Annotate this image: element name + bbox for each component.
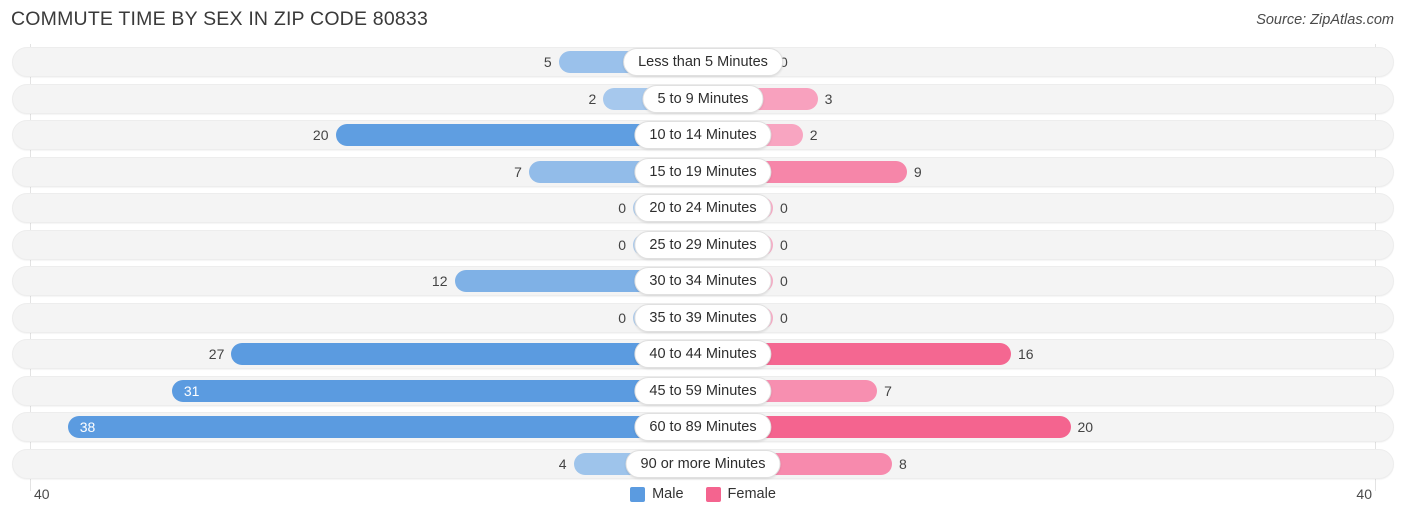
value-label-male: 12 (431, 273, 448, 289)
value-label-male: 4 (558, 455, 567, 472)
value-label-male: 0 (618, 236, 626, 253)
category-label: 15 to 19 Minutes (634, 157, 772, 186)
category-label: 20 to 24 Minutes (634, 194, 772, 222)
value-label-female: 0 (780, 273, 788, 289)
value-label-male: 5 (543, 54, 552, 70)
value-label-male: 0 (618, 309, 626, 326)
source-attribution: Source: ZipAtlas.com (1256, 12, 1394, 28)
chart-row: 7 9 15 to 19 Minutes (0, 154, 1406, 191)
diverging-bar-chart: 5 0 Less than 5 Minutes 2 3 5 to 9 Minutes 20 2… (0, 44, 1406, 491)
chart-row: 2 3 5 to 9 Minutes (0, 81, 1406, 118)
value-label-male: 38 (79, 419, 96, 435)
chart-row: 4 8 90 or more Minutes (0, 446, 1406, 483)
value-label-male: 20 (312, 127, 329, 143)
legend-swatch-male-icon (630, 486, 646, 502)
value-label-male: 31 (183, 382, 200, 399)
category-label: 30 to 34 Minutes (634, 267, 772, 295)
value-label-female: 20 (1077, 419, 1094, 435)
category-label: 60 to 89 Minutes (634, 413, 772, 441)
chart-header: COMMUTE TIME BY SEX IN ZIP CODE 80833 So… (0, 0, 1406, 38)
chart-row: 20 2 10 to 14 Minutes (0, 117, 1406, 154)
chart-rows: 5 0 Less than 5 Minutes 2 3 5 to 9 Minutes 20 2… (0, 44, 1406, 482)
legend-item-male[interactable]: Male (630, 486, 684, 502)
bar-male[interactable] (171, 379, 703, 402)
chart-row: 38 20 60 to 89 Minutes (0, 409, 1406, 446)
legend-item-female[interactable]: Female (705, 486, 776, 502)
chart-row: 12 0 30 to 34 Minutes (0, 263, 1406, 300)
category-label: 45 to 59 Minutes (634, 376, 772, 405)
chart-legend: Male Female (0, 486, 1406, 502)
chart-row: 0 0 20 to 24 Minutes (0, 190, 1406, 227)
value-label-female: 7 (884, 382, 892, 399)
value-label-male: 0 (618, 200, 626, 216)
category-label: 35 to 39 Minutes (634, 303, 772, 332)
value-label-female: 9 (913, 163, 922, 180)
value-label-female: 16 (1018, 346, 1034, 362)
value-label-male: 2 (588, 90, 597, 107)
category-label: 90 or more Minutes (625, 449, 781, 478)
category-label: Less than 5 Minutes (623, 48, 783, 76)
chart-row: 31 7 45 to 59 Minutes (0, 373, 1406, 410)
legend-label-female: Female (727, 486, 776, 502)
chart-footer: 40 40 Male Female (0, 482, 1406, 523)
legend-swatch-female-icon (705, 486, 721, 502)
chart-row: 5 0 Less than 5 Minutes (0, 44, 1406, 81)
value-label-male: 27 (208, 346, 225, 362)
bar-male[interactable] (67, 416, 703, 438)
value-label-female: 0 (780, 200, 788, 216)
value-label-female: 2 (809, 127, 818, 143)
chart-row: 0 0 25 to 29 Minutes (0, 227, 1406, 264)
category-label: 10 to 14 Minutes (634, 121, 772, 149)
legend-label-male: Male (652, 486, 684, 502)
page-title: COMMUTE TIME BY SEX IN ZIP CODE 80833 (11, 8, 429, 30)
value-label-female: 0 (780, 236, 788, 253)
value-label-female: 8 (899, 455, 907, 472)
category-label: 25 to 29 Minutes (634, 230, 772, 259)
value-label-male: 7 (514, 163, 522, 180)
category-label: 40 to 44 Minutes (634, 340, 772, 368)
value-label-female: 0 (780, 309, 788, 326)
chart-row: 0 0 35 to 39 Minutes (0, 300, 1406, 337)
bar-male[interactable] (231, 343, 703, 365)
value-label-female: 3 (824, 90, 833, 107)
chart-row: 27 16 40 to 44 Minutes (0, 336, 1406, 373)
category-label: 5 to 9 Minutes (642, 84, 764, 113)
